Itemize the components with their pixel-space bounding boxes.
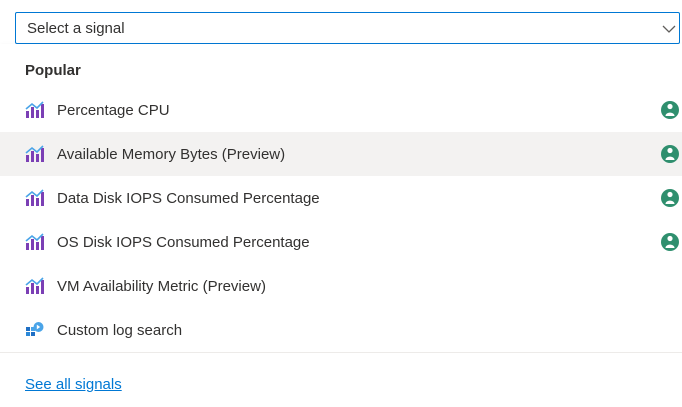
signal-option-data-disk-iops[interactable]: Data Disk IOPS Consumed Percentage xyxy=(0,176,682,220)
signal-select[interactable]: Select a signal xyxy=(15,12,680,44)
chevron-down-icon[interactable] xyxy=(661,21,677,37)
signal-option-vm-availability[interactable]: VM Availability Metric (Preview) xyxy=(0,264,682,308)
signal-option-percentage-cpu[interactable]: Percentage CPU xyxy=(0,88,682,132)
recommended-badge-icon xyxy=(661,233,679,251)
signal-option-label: Available Memory Bytes (Preview) xyxy=(57,145,286,163)
signal-picker: Select a signal Popular Percentage CPU A… xyxy=(0,0,682,407)
metric-chart-icon xyxy=(25,277,44,294)
recommended-badge-icon xyxy=(661,145,679,163)
signal-option-label: Data Disk IOPS Consumed Percentage xyxy=(57,189,320,207)
metric-chart-icon xyxy=(25,233,44,250)
log-search-icon xyxy=(26,322,44,336)
recommended-badge-icon xyxy=(661,189,679,207)
signal-list: Percentage CPU Available Memory Bytes (P… xyxy=(0,88,682,352)
signal-option-label: OS Disk IOPS Consumed Percentage xyxy=(57,233,310,251)
signal-option-os-disk-iops[interactable]: OS Disk IOPS Consumed Percentage xyxy=(0,220,682,264)
metric-chart-icon xyxy=(25,101,44,118)
signal-option-label: Percentage CPU xyxy=(57,101,170,119)
signal-option-label: VM Availability Metric (Preview) xyxy=(57,277,266,295)
signal-option-label: Custom log search xyxy=(57,321,183,339)
dropdown-divider xyxy=(0,352,682,353)
metric-chart-icon xyxy=(25,189,44,206)
group-header-popular: Popular xyxy=(25,62,81,79)
signal-option-custom-log-search[interactable]: Custom log search xyxy=(0,308,682,352)
metric-chart-icon xyxy=(25,145,44,162)
see-all-signals-link[interactable]: See all signals xyxy=(25,376,122,393)
recommended-badge-icon xyxy=(661,101,679,119)
signal-option-available-memory-bytes[interactable]: Available Memory Bytes (Preview) xyxy=(0,132,682,176)
signal-select-value: Select a signal xyxy=(27,19,125,37)
signal-dropdown-panel: Popular Percentage CPU Available Memory … xyxy=(0,44,682,407)
